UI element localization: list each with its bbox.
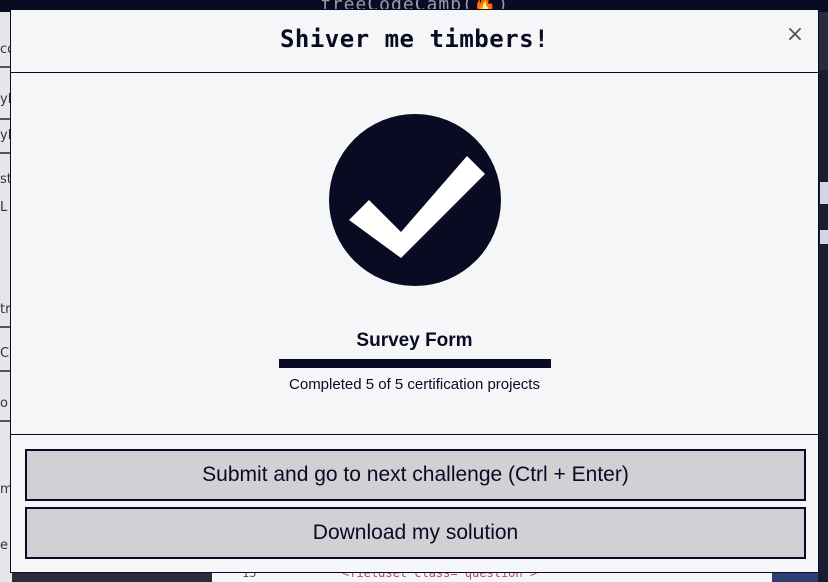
modal-header: Shiver me timbers! × [11,10,818,73]
background-preview-panel [818,70,828,582]
check-circle-icon [329,114,501,286]
progress-bar-fill [279,359,551,368]
background-preview-fragment [820,182,828,204]
modal-title: Shiver me timbers! [279,25,550,53]
project-title: Survey Form [356,330,473,351]
close-button[interactable]: × [784,24,806,46]
check-circle-background [329,114,501,286]
close-icon: × [785,22,805,47]
download-solution-button[interactable]: Download my solution [25,507,806,559]
modal-footer: Submit and go to next challenge (Ctrl + … [11,434,818,574]
progress-text: Completed 5 of 5 certification projects [289,376,540,393]
submit-next-challenge-button[interactable]: Submit and go to next challenge (Ctrl + … [25,449,806,501]
modal-body: Survey Form Completed 5 of 5 certificati… [11,73,818,434]
completion-modal: Shiver me timbers! × Survey Form Complet… [10,9,819,573]
background-preview-fragment [820,230,828,244]
progress-bar [279,359,551,368]
